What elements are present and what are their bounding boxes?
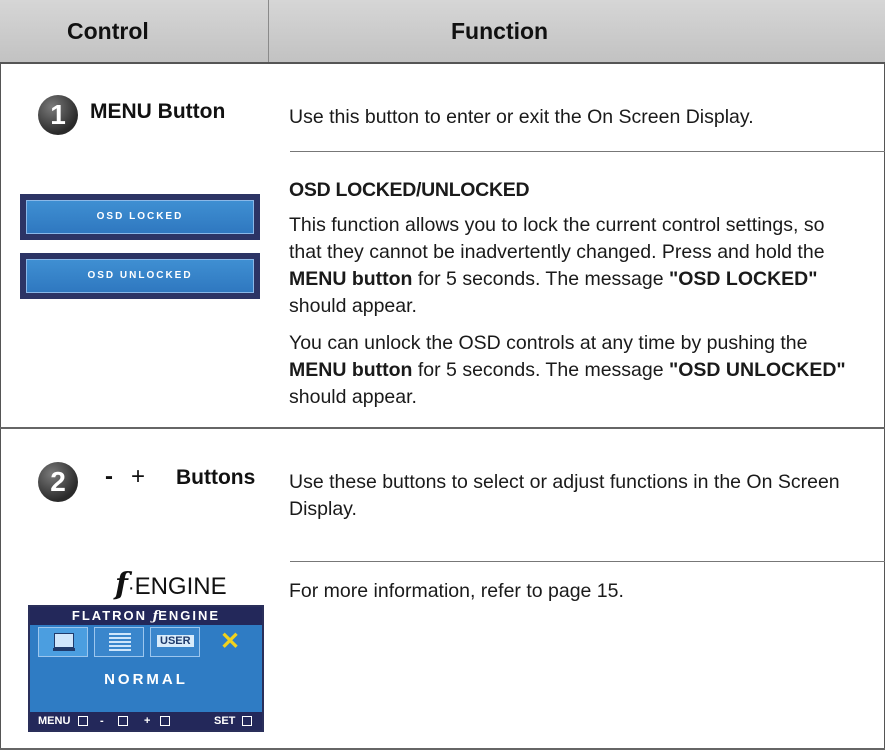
panel-menu-label: MENU xyxy=(38,715,71,727)
fengine-f-glyph: f xyxy=(115,567,128,602)
panel-menu-key-icon xyxy=(78,716,88,726)
panel-bottom-bar: MENU - + SET xyxy=(30,712,262,730)
panel-mode-text: NORMAL xyxy=(104,671,188,688)
header-control: Control xyxy=(67,18,149,44)
tools-glyph: ✕ xyxy=(220,628,241,655)
step-number-1: 1 xyxy=(38,95,78,135)
monitor-stand-glyph xyxy=(53,648,75,651)
fengine-osd-panel: FLATRON ƒENGINE USER ✕ NORMAL MENU - + S… xyxy=(28,605,264,732)
fengine-logo: f·ENGINE xyxy=(115,567,227,602)
p1-text-a: This function allows you to lock the cur… xyxy=(289,214,825,263)
panel-set-key-icon xyxy=(242,716,252,726)
panel-plus-label: + xyxy=(144,715,151,727)
panel-title-bar: FLATRON ƒENGINE xyxy=(30,607,262,625)
osd-locked-text: OSD LOCKED xyxy=(26,200,254,234)
panel-plus-key-icon xyxy=(160,716,170,726)
buttons-description: Use these buttons to select or adjust fu… xyxy=(289,471,840,520)
p2-text-e: should appear. xyxy=(289,386,417,408)
p1-bold-locked: "OSD LOCKED" xyxy=(669,268,818,290)
buttons-label: Buttons xyxy=(176,466,256,489)
osd-locked-image: OSD LOCKED xyxy=(20,194,260,240)
text-glyph xyxy=(109,633,131,651)
panel-minus-key-icon xyxy=(118,716,128,726)
header-function: Function xyxy=(451,18,549,44)
monitor-glyph xyxy=(54,633,74,648)
row-divider xyxy=(0,427,885,429)
p2-text-a: You can unlock the OSD controls at any t… xyxy=(289,332,808,354)
p2-bold-unlocked: "OSD UNLOCKED" xyxy=(669,359,846,381)
row1-inner-divider xyxy=(290,151,885,152)
panel-title-engine: ENGINE xyxy=(158,608,221,623)
p1-bold-menu: MENU button xyxy=(289,268,413,290)
osd-unlock-paragraph: You can unlock the OSD controls at any t… xyxy=(289,330,864,411)
menu-button-label: MENU Button xyxy=(90,100,226,123)
user-mode-icon: USER xyxy=(150,627,200,657)
table-header: Control Function xyxy=(0,0,885,64)
p1-text-c: for 5 seconds. The message xyxy=(412,268,669,290)
panel-title-flatron: FLATRON xyxy=(71,608,148,623)
fengine-logo-text: ENGINE xyxy=(134,573,227,600)
step-number-2: 2 xyxy=(38,462,78,502)
osd-unlocked-text: OSD UNLOCKED xyxy=(26,259,254,293)
row2-inner-divider xyxy=(290,561,885,562)
panel-set-label: SET xyxy=(214,715,236,727)
user-label: USER xyxy=(157,635,194,647)
movie-mode-icon xyxy=(38,627,88,657)
p2-text-c: for 5 seconds. The message xyxy=(412,359,669,381)
p1-text-e: should appear. xyxy=(289,295,417,317)
plus-symbol: + xyxy=(131,463,146,490)
osd-unlocked-image: OSD UNLOCKED xyxy=(20,253,260,299)
menu-button-description: Use this button to enter or exit the On … xyxy=(289,106,754,128)
osd-lock-paragraph: This function allows you to lock the cur… xyxy=(289,212,849,320)
panel-minus-label: - xyxy=(100,715,104,727)
fengine-dot: · xyxy=(127,577,135,599)
text-mode-icon xyxy=(94,627,144,657)
fengine-info: For more information, refer to page 15. xyxy=(289,580,624,602)
osd-lock-title: OSD LOCKED/UNLOCKED xyxy=(289,179,530,201)
header-divider xyxy=(268,0,269,62)
minus-symbol: - xyxy=(105,463,113,490)
p2-bold-menu: MENU button xyxy=(289,359,413,381)
setup-tools-icon: ✕ xyxy=(206,627,256,657)
